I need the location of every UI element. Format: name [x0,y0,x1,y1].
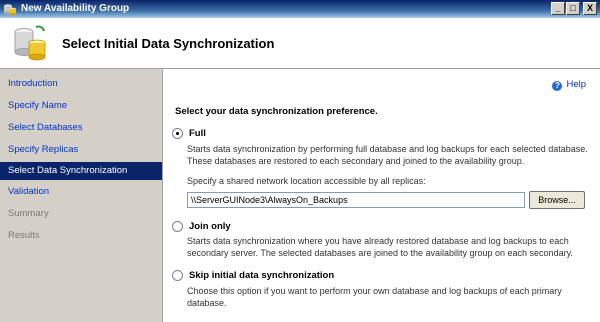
title-bar: New Availability Group _ □ X [0,0,600,18]
help-label: Help [566,79,586,90]
join-only-option-description: Starts data synchronization where you ha… [187,236,573,258]
nav-item-select-databases[interactable]: Select Databases [0,119,162,137]
skip-sync-option-description: Choose this option if you want to perfor… [187,286,562,308]
join-only-radio[interactable] [172,221,183,232]
database-sync-icon [14,25,46,61]
help-icon: ? [552,81,563,91]
main-panel: ? Help Select your data synchronization p… [163,69,600,322]
sync-prompt: Select your data synchronization prefere… [175,106,378,117]
wizard-nav: Introduction Specify Name Select Databas… [0,69,163,322]
nav-item-select-data-synchronization[interactable]: Select Data Synchronization [0,162,162,180]
nav-item-specify-name[interactable]: Specify Name [0,97,162,115]
share-location-label: Specify a shared network location access… [187,176,426,186]
join-only-option-label[interactable]: Join only [189,221,231,232]
browse-button[interactable]: Browse... [529,191,585,209]
close-button[interactable]: X [583,2,597,15]
nav-item-validation[interactable]: Validation [0,183,162,201]
skip-sync-radio[interactable] [172,270,183,281]
availability-group-icon [4,4,16,16]
page-title: Select Initial Data Synchronization [62,36,275,51]
nav-item-results: Results [8,230,40,241]
window-title: New Availability Group [21,3,130,14]
nav-item-introduction[interactable]: Introduction [0,75,162,93]
nav-item-summary: Summary [8,208,49,219]
wizard-header: Select Initial Data Synchronization [0,18,600,69]
maximize-button[interactable]: □ [566,2,580,15]
help-link[interactable]: ? Help [552,79,586,91]
share-location-input[interactable]: \\ServerGUINode3\AlwaysOn_Backups [187,192,525,208]
full-radio[interactable] [172,128,183,139]
nav-item-specify-replicas[interactable]: Specify Replicas [0,141,162,159]
full-option-description: Starts data synchronization by performin… [187,144,588,166]
full-option-label[interactable]: Full [189,128,206,139]
minimize-button[interactable]: _ [551,2,565,15]
skip-sync-option-label[interactable]: Skip initial data synchronization [189,270,334,281]
